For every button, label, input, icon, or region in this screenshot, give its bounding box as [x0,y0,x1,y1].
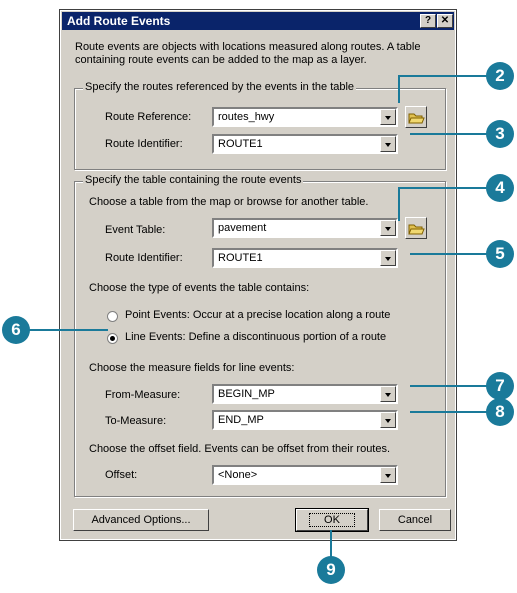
table-group-legend: Specify the table containing the route e… [83,174,304,186]
cancel-label: Cancel [397,514,433,526]
callout-2-leader-h [398,75,488,77]
point-events-radio[interactable] [107,311,118,322]
browse-table-button[interactable] [405,217,427,239]
event-table-combo[interactable]: pavement [212,218,398,238]
table-groupbox: Specify the table containing the route e… [74,174,446,497]
offset-value: <None> [218,469,258,481]
callout-4-leader [398,187,400,221]
route-reference-combo[interactable]: routes_hwy [212,107,398,127]
chevron-down-icon[interactable] [380,250,396,266]
chevron-down-icon[interactable] [380,136,396,152]
table-route-identifier-value: ROUTE1 [218,252,263,264]
callout-4-leader-h [398,187,488,189]
measure-fields-text: Choose the measure fields for line event… [89,362,295,374]
routes-group-legend: Specify the routes referenced by the eve… [83,81,357,93]
chevron-down-icon[interactable] [380,220,396,236]
callout-4: 4 [486,174,514,202]
cancel-button[interactable]: Cancel [379,509,451,531]
title-bar: Add Route Events ? ✕ [62,12,454,30]
offset-label: Offset: [105,469,138,481]
route-identifier-value: ROUTE1 [218,138,263,150]
table-route-identifier-combo[interactable]: ROUTE1 [212,248,398,268]
chevron-down-icon[interactable] [380,467,396,483]
chevron-down-icon[interactable] [380,109,396,125]
from-measure-label: From-Measure: [105,389,181,401]
route-reference-label: Route Reference: [105,111,192,123]
callout-3: 3 [486,120,514,148]
event-table-value: pavement [218,222,267,234]
intro-text: Route events are objects with locations … [75,41,421,66]
to-measure-label: To-Measure: [105,415,167,427]
to-measure-combo[interactable]: END_MP [212,410,398,430]
window-title: Add Route Events [67,14,171,28]
from-measure-combo[interactable]: BEGIN_MP [212,384,398,404]
event-type-text: Choose the type of events the table cont… [89,282,310,294]
offset-combo[interactable]: <None> [212,465,398,485]
open-folder-icon [408,113,425,124]
advanced-options-button[interactable]: Advanced Options... [73,509,209,531]
callout-3-leader [410,133,488,135]
offset-text: Choose the offset field. Events can be o… [89,443,391,455]
chevron-down-icon[interactable] [380,412,396,428]
route-identifier-label: Route Identifier: [105,138,183,150]
routes-groupbox: Specify the routes referenced by the eve… [74,81,446,170]
advanced-options-label: Advanced Options... [91,514,191,526]
open-folder-icon [408,224,425,235]
callout-5-leader [410,253,488,255]
callout-6-leader [28,329,108,331]
callout-9: 9 [317,556,345,584]
callout-8: 8 [486,398,514,426]
callout-5: 5 [486,240,514,268]
line-events-radio[interactable] [107,333,118,344]
line-events-label[interactable]: Line Events: Define a discontinuous port… [125,331,386,343]
help-button[interactable]: ? [420,14,436,28]
browse-routes-button[interactable] [405,106,427,128]
callout-7: 7 [486,372,514,400]
callout-2-leader [398,75,400,103]
add-route-events-dialog: Add Route Events ? ✕ Route events are ob… [59,9,457,541]
event-table-label: Event Table: [105,224,166,236]
callout-7-leader [410,385,488,387]
callout-9-leader [330,530,332,558]
to-measure-value: END_MP [218,414,264,426]
ok-button[interactable]: OK [295,508,369,532]
choose-table-text: Choose a table from the map or browse fo… [89,196,369,208]
point-events-label[interactable]: Point Events: Occur at a precise locatio… [125,309,390,321]
route-identifier-combo[interactable]: ROUTE1 [212,134,398,154]
close-button[interactable]: ✕ [437,14,453,28]
callout-6: 6 [2,316,30,344]
from-measure-value: BEGIN_MP [218,388,275,400]
table-route-identifier-label: Route Identifier: [105,252,183,264]
chevron-down-icon[interactable] [380,386,396,402]
route-reference-value: routes_hwy [218,111,275,123]
ok-label: OK [309,513,355,527]
callout-2: 2 [486,62,514,90]
callout-8-leader [410,411,488,413]
